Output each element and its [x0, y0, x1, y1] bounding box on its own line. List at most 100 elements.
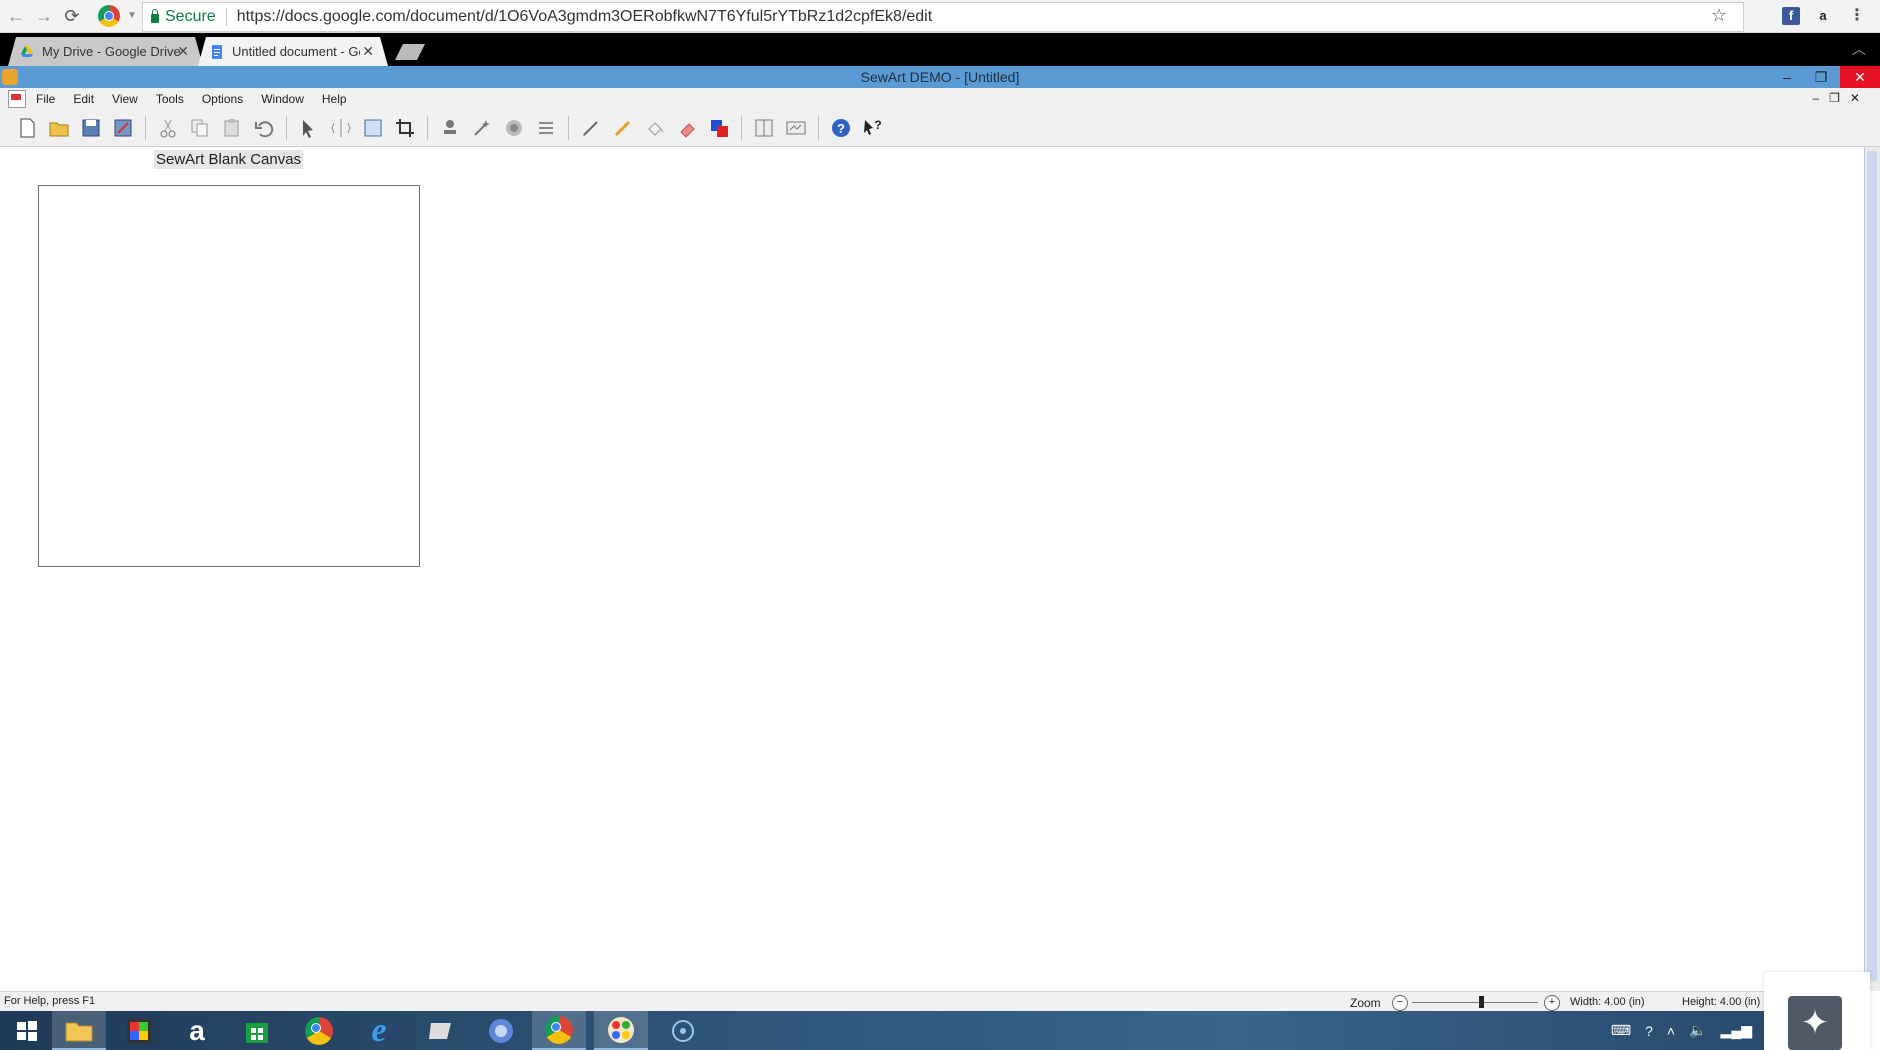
- tab-my-drive[interactable]: My Drive - Google Drive ✕: [8, 37, 203, 66]
- menu-window[interactable]: Window: [261, 92, 304, 106]
- new-tab-button[interactable]: [395, 44, 425, 60]
- list-icon[interactable]: [533, 115, 559, 141]
- chevron-up-icon[interactable]: ︿: [1852, 39, 1866, 59]
- url-text[interactable]: https://docs.google.com/document/d/1O6Vo…: [237, 8, 932, 26]
- system-tray: ⌨ ? ˄ 🔈 ▂▄▆: [1611, 1011, 1764, 1050]
- reload-icon[interactable]: ⟳: [60, 4, 84, 28]
- menu-options[interactable]: Options: [202, 92, 243, 106]
- sewart-app-icon[interactable]: [2, 69, 18, 85]
- tab-untitled-document[interactable]: Untitled document - Goo ✕: [198, 37, 388, 66]
- chrome-app-icon[interactable]: [292, 1011, 346, 1050]
- restore-icon[interactable]: ❐: [1804, 66, 1838, 88]
- url-divider: [225, 8, 227, 26]
- zoom-slider-thumb[interactable]: [1479, 996, 1485, 1008]
- svg-text:?: ?: [874, 118, 881, 132]
- canvas-height-readout: Height: 4.00 (in): [1682, 996, 1761, 1008]
- volume-icon[interactable]: 🔈: [1689, 1022, 1706, 1039]
- flip-tool-icon[interactable]: [328, 115, 354, 141]
- zoom-in-button[interactable]: +: [1544, 995, 1560, 1011]
- tray-chevron-icon[interactable]: ˄: [1667, 1023, 1675, 1039]
- photo-app-icon[interactable]: [112, 1011, 166, 1050]
- blank-canvas[interactable]: [38, 185, 420, 567]
- close-tab-icon[interactable]: ✕: [362, 43, 374, 60]
- canvas-width-readout: Width: 4.00 (in): [1570, 996, 1645, 1008]
- address-bar[interactable]: Secure https://docs.google.com/document/…: [142, 2, 1744, 32]
- pencil-tool-icon[interactable]: [578, 115, 604, 141]
- status-bar: For Help, press F1 Zoom − + Width: 4.00 …: [0, 991, 1764, 1012]
- internet-explorer-icon[interactable]: e: [352, 1011, 406, 1050]
- help-tray-icon[interactable]: ?: [1645, 1023, 1653, 1039]
- split-view-icon[interactable]: [751, 115, 777, 141]
- star-icon[interactable]: ☆: [1711, 5, 1727, 26]
- back-arrow-icon[interactable]: ←: [4, 4, 28, 28]
- chevron-down-icon[interactable]: ▼: [120, 4, 144, 28]
- wand-tool-icon[interactable]: [469, 115, 495, 141]
- cortana-icon[interactable]: [656, 1011, 710, 1050]
- browser-menu-icon[interactable]: ⋮: [1848, 7, 1866, 25]
- chromium-app-icon[interactable]: [474, 1011, 528, 1050]
- brush-tool-icon[interactable]: [610, 115, 636, 141]
- toolbar-separator: [741, 116, 742, 140]
- close-tab-icon[interactable]: ✕: [177, 43, 189, 60]
- menu-view[interactable]: View: [112, 92, 138, 106]
- tab-strip: My Drive - Google Drive ✕ Untitled docum…: [0, 33, 1880, 66]
- cut-icon[interactable]: [155, 115, 181, 141]
- menu-tools[interactable]: Tools: [156, 92, 184, 106]
- sparkle-icon: ✦: [1788, 996, 1842, 1050]
- forward-arrow-icon[interactable]: →: [32, 4, 56, 28]
- pinned-app-icon[interactable]: [414, 1011, 468, 1050]
- google-docs-icon: [210, 45, 224, 59]
- chrome-active-app-icon[interactable]: [532, 1011, 586, 1050]
- chrome-profile-icon[interactable]: [98, 5, 120, 27]
- zoom-out-button[interactable]: −: [1392, 995, 1408, 1011]
- close-icon[interactable]: ✕: [1840, 66, 1880, 88]
- copy-icon[interactable]: [187, 115, 213, 141]
- facebook-extension-icon[interactable]: f: [1782, 7, 1800, 25]
- save-as-icon[interactable]: [110, 115, 136, 141]
- color-reduce-icon[interactable]: [501, 115, 527, 141]
- toolbar-separator: [568, 116, 569, 140]
- file-explorer-icon[interactable]: [52, 1011, 106, 1050]
- help-icon[interactable]: ?: [828, 115, 854, 141]
- amazon-app-icon[interactable]: a: [170, 1011, 224, 1050]
- new-file-icon[interactable]: [14, 115, 40, 141]
- network-icon[interactable]: ▂▄▆: [1721, 1022, 1752, 1039]
- save-icon[interactable]: [78, 115, 104, 141]
- store-app-icon[interactable]: [230, 1011, 284, 1050]
- vertical-scrollbar[interactable]: [1864, 147, 1880, 991]
- open-folder-icon[interactable]: [46, 115, 72, 141]
- shapes-tool-icon[interactable]: [706, 115, 732, 141]
- secure-indicator[interactable]: Secure: [151, 8, 216, 26]
- app-title: SewArt DEMO - [Untitled]: [860, 69, 1020, 85]
- assistant-button[interactable]: ✦: [1764, 972, 1870, 1050]
- tab-label: Untitled document - Goo: [232, 44, 360, 59]
- pointer-tool-icon[interactable]: [296, 115, 322, 141]
- svg-text:?: ?: [837, 121, 845, 136]
- menu-edit[interactable]: Edit: [73, 92, 94, 106]
- zoom-label: Zoom: [1350, 996, 1381, 1010]
- mdi-window-controls[interactable]: –❐✕: [1813, 91, 1871, 105]
- minimize-icon[interactable]: –: [1770, 66, 1804, 88]
- eraser-tool-icon[interactable]: [674, 115, 700, 141]
- undo-icon[interactable]: [251, 115, 277, 141]
- menu-file[interactable]: File: [36, 92, 55, 106]
- document-icon[interactable]: [8, 90, 26, 108]
- keyboard-icon[interactable]: ⌨: [1611, 1022, 1631, 1039]
- google-drive-icon: [20, 45, 34, 59]
- menu-help[interactable]: Help: [322, 92, 347, 106]
- amazon-extension-icon[interactable]: a: [1814, 7, 1832, 25]
- paste-icon[interactable]: [219, 115, 245, 141]
- toolbar-separator: [818, 116, 819, 140]
- context-help-icon[interactable]: ?: [860, 115, 886, 141]
- stitch-view-icon[interactable]: [783, 115, 809, 141]
- secure-label: Secure: [165, 8, 216, 25]
- menu-bar: File Edit View Tools Options Window Help…: [0, 88, 1880, 110]
- file-tools: ? ?: [14, 114, 886, 142]
- windows-start-icon[interactable]: [0, 1011, 54, 1050]
- resize-canvas-icon[interactable]: [360, 115, 386, 141]
- zoom-slider-track[interactable]: [1412, 1002, 1538, 1003]
- crop-icon[interactable]: [392, 115, 418, 141]
- stamp-tool-icon[interactable]: [437, 115, 463, 141]
- sewart-taskbar-icon[interactable]: [594, 1011, 648, 1050]
- fill-tool-icon[interactable]: [642, 115, 668, 141]
